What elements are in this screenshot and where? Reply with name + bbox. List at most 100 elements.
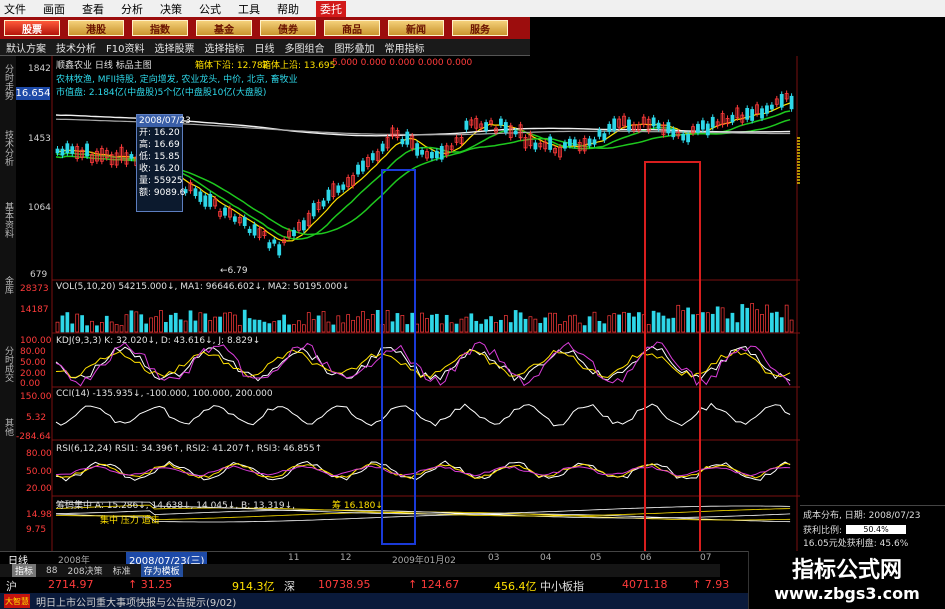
tab-hk-stocks[interactable]: 港股 — [68, 20, 124, 36]
common-indicators-button[interactable]: 常用指标 — [384, 40, 424, 55]
subtab-88[interactable]: 88 — [46, 566, 57, 576]
tooltip-row: 低: 15.85 — [139, 152, 180, 162]
tab-services[interactable]: 服务 — [452, 20, 508, 36]
box-down-label: 箱体下沿: 12.782 — [195, 61, 269, 71]
technical-analysis-button[interactable]: 技术分析 — [56, 40, 96, 55]
tab-news[interactable]: 新闻 — [388, 20, 444, 36]
volume-bar — [449, 322, 454, 333]
candle-body — [779, 94, 784, 108]
candle-body — [361, 160, 365, 172]
tooltip-row: 高: 16.69 — [139, 140, 180, 150]
watermark-url: www.zbgs3.com — [774, 583, 920, 603]
subtab-208[interactable]: 208决策 — [67, 564, 102, 577]
volume-bar — [154, 316, 158, 333]
volume-bar — [203, 313, 208, 333]
f10-button[interactable]: F10资料 — [106, 40, 144, 55]
commission-button[interactable]: 委托 — [316, 0, 346, 17]
kline-chart[interactable] — [0, 56, 800, 551]
news-headline[interactable]: 明日上市公司重大事项快报与公告提示(9/02) — [36, 594, 236, 609]
volume-bar — [533, 318, 538, 333]
volume-bar — [592, 311, 597, 333]
flow-label: 市值盘: 2.184亿(中盘股)5个亿(中盘股10亿(大盘股) — [56, 88, 267, 98]
box-up-label: 箱体上沿: 13.695 — [262, 61, 336, 71]
y-label: 150.00 — [20, 392, 52, 402]
tab-index[interactable]: 指数 — [132, 20, 188, 36]
date-tick: 07 — [700, 553, 712, 563]
volume-bar — [750, 303, 755, 333]
chip-line — [55, 513, 791, 523]
volume-bar — [385, 310, 390, 333]
volume-bar — [306, 312, 311, 333]
subtab-save-template[interactable]: 存为模板 — [140, 564, 183, 577]
subtab-indicator[interactable]: 指标 — [12, 564, 37, 577]
tab-bonds[interactable]: 债券 — [260, 20, 316, 36]
candle-body — [503, 122, 508, 133]
volume-bar — [85, 325, 89, 333]
volume-bar — [735, 322, 740, 333]
tooltip-row: 量: 55925 — [139, 176, 183, 186]
y-label: 1453 — [28, 134, 51, 144]
candle-body — [55, 148, 60, 154]
menu-view[interactable]: 查看 — [82, 1, 104, 17]
volume-bar — [607, 315, 612, 333]
volume-bar — [341, 322, 346, 333]
menu-tools[interactable]: 工具 — [238, 1, 260, 17]
menu-file[interactable]: 文件 — [4, 1, 26, 17]
subtab-standard[interactable]: 标准 — [113, 564, 131, 577]
volume-bar — [159, 310, 163, 333]
volume-bar — [459, 318, 464, 333]
volume-bar — [311, 319, 316, 333]
multi-chart-button[interactable]: 多图组合 — [284, 40, 324, 55]
daily-period-button[interactable]: 日线 — [254, 40, 274, 55]
volume-bar — [326, 321, 331, 333]
candle-body — [592, 139, 597, 145]
volume-bar — [301, 324, 306, 333]
candle-body — [681, 133, 686, 141]
default-scheme-button[interactable]: 默认方案 — [6, 40, 46, 55]
concept-label: 农林牧渔, MFII持股, 定向增发, 农业龙头, 中价, 北京, 畜牧业 — [56, 75, 298, 85]
volume-bar — [430, 314, 434, 333]
volume-bar — [784, 304, 789, 333]
volume-bar — [661, 315, 666, 333]
ticker-change-sz: ↑ 124.67 — [408, 578, 460, 591]
select-indicator-button[interactable]: 选择指标 — [204, 40, 244, 55]
candle-body — [232, 216, 237, 222]
stock-app-window: 文件 画面 查看 分析 决策 公式 工具 帮助 委托 股票 港股 指数 基金 债… — [0, 0, 945, 609]
menu-help[interactable]: 帮助 — [277, 1, 299, 17]
tab-stocks[interactable]: 股票 — [4, 20, 60, 36]
y-label: 1842 — [28, 64, 51, 74]
y-label: 14.98 — [26, 510, 52, 520]
volume-bar — [715, 306, 720, 333]
volume-bar — [543, 317, 548, 333]
volume-bar — [745, 307, 750, 333]
tab-commodities[interactable]: 商品 — [324, 20, 380, 36]
volume-bar — [395, 313, 400, 333]
menu-screen[interactable]: 画面 — [43, 1, 65, 17]
candle-body — [292, 229, 296, 237]
menu-formula[interactable]: 公式 — [199, 1, 221, 17]
candle-body — [341, 184, 346, 190]
volume-bar — [90, 320, 94, 333]
tab-funds[interactable]: 基金 — [196, 20, 252, 36]
volume-bar — [656, 312, 661, 333]
volume-bar — [228, 312, 232, 333]
volume-bar — [252, 319, 257, 333]
volume-bar — [164, 321, 168, 333]
select-stock-button[interactable]: 选择股票 — [154, 40, 194, 55]
volume-bar — [602, 323, 607, 333]
candle-body — [400, 139, 405, 145]
volume-bar — [553, 312, 557, 333]
ticker-value-sme: 4071.18 — [622, 578, 668, 591]
candle-body — [513, 130, 518, 135]
overlay-button[interactable]: 图形叠加 — [334, 40, 374, 55]
menu-analysis[interactable]: 分析 — [121, 1, 143, 17]
volume-bar — [568, 315, 572, 333]
date-tick: 12 — [340, 553, 352, 563]
candle-body — [370, 153, 375, 161]
volume-bar — [173, 312, 178, 333]
volume-bar — [597, 320, 602, 333]
candle-body — [533, 142, 538, 150]
menu-decision[interactable]: 决策 — [160, 1, 182, 17]
volume-bar — [671, 317, 676, 333]
volume-bar — [528, 316, 533, 333]
